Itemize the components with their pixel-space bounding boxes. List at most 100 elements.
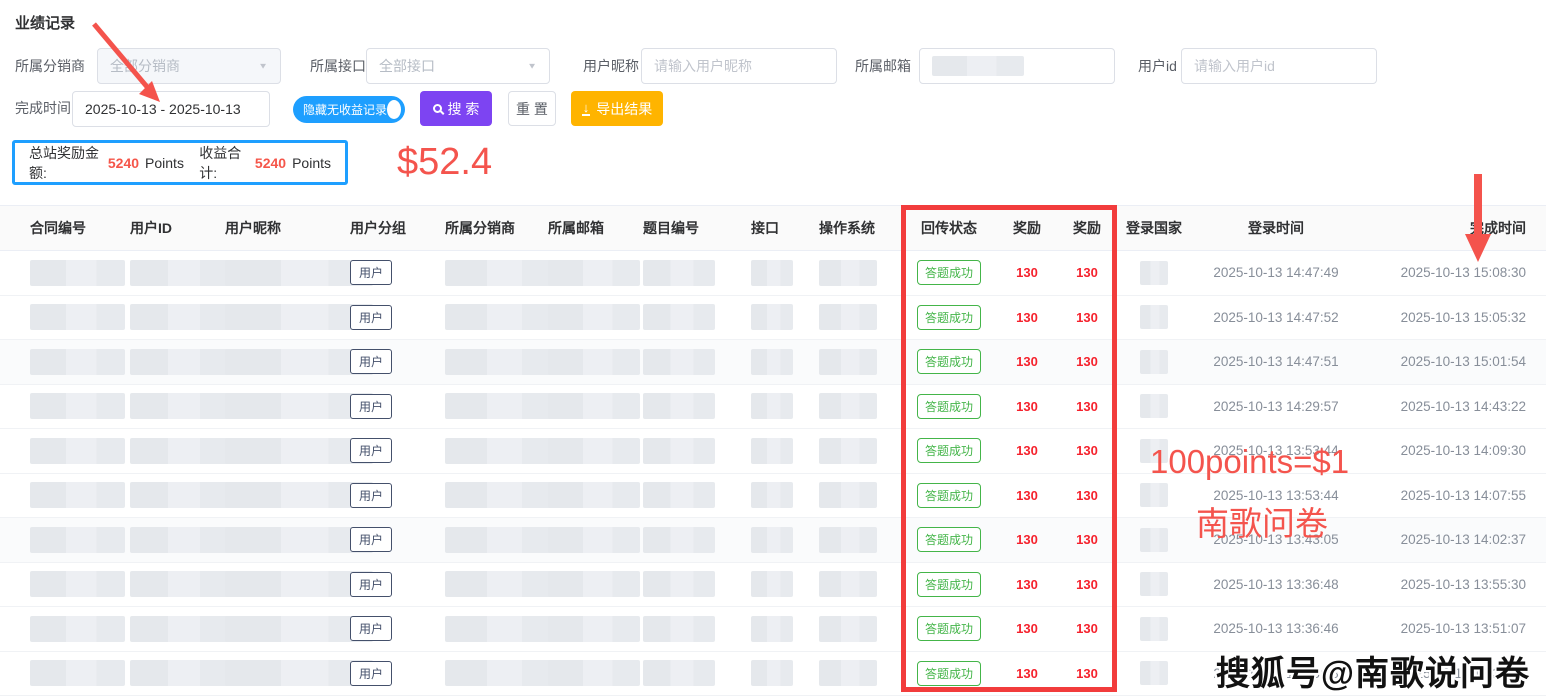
reward-value-2: 130 [1057,295,1117,340]
reward-value-1: 130 [997,518,1057,563]
search-button[interactable]: 搜 索 [420,91,492,126]
redacted-distributor [445,616,555,642]
redacted-os [819,260,877,286]
redacted-distributor [445,527,555,553]
redacted-distributor [445,660,555,686]
toggle-label: 隐藏无收益记录 [303,101,387,118]
status-badge: 答题成功 [917,305,981,330]
complete-time: 2025-10-13 14:02:37 [1361,518,1546,563]
interface-select-value: 全部接口 [379,56,435,76]
redacted-country-flag [1140,394,1168,418]
redacted-country-flag [1140,528,1168,552]
reward-value-2: 130 [1057,473,1117,518]
total-reward-value: 5240 [108,155,139,171]
email-input[interactable] [919,48,1115,84]
user-group-tag: 用户 [350,616,392,641]
redacted-question-id [643,393,715,419]
status-badge: 答题成功 [917,260,981,285]
redacted-question-id [643,616,715,642]
hide-no-income-toggle[interactable]: 隐藏无收益记录 [293,96,405,123]
redacted-distributor [445,260,555,286]
records-table: 合同编号 用户ID 用户昵称 用户分组 所属分销商 所属邮箱 题目编号 接口 操… [0,205,1546,696]
col-email: 所属邮箱 [538,206,633,251]
reward-value-2: 130 [1057,384,1117,429]
reward-value-1: 130 [997,562,1057,607]
redacted-os [819,482,877,508]
login-time: 2025-10-13 14:47:49 [1191,251,1361,296]
col-reward-2: 奖励 [1057,206,1117,251]
date-range-input[interactable] [85,101,257,117]
reset-button-label: 重 置 [516,99,548,119]
redacted-interface [751,349,793,375]
complete-time: 2025-10-13 14:09:30 [1361,429,1546,474]
redacted-question-id [643,349,715,375]
redacted-email [548,571,640,597]
login-time: 2025-10-13 13:36:46 [1191,607,1361,652]
redacted-interface [751,260,793,286]
complete-time: 2025-10-13 14:43:22 [1361,384,1546,429]
redacted-country-flag [1140,261,1168,285]
redacted-email [548,616,640,642]
reward-value-1: 130 [997,473,1057,518]
redacted-question-id [643,260,715,286]
table-row: 用户 答题成功 130 130 2025-10-13 14:47:49 2025… [0,251,1546,296]
redacted-email-value [932,56,1024,76]
table-row: 用户 答题成功 130 130 2025-10-13 14:29:57 2025… [0,384,1546,429]
redacted-interface [751,482,793,508]
redacted-email [548,304,640,330]
login-time: 2025-10-13 14:47:52 [1191,295,1361,340]
distributor-label: 所属分销商 [15,48,85,84]
redacted-contract-id [30,527,125,553]
reset-button[interactable]: 重 置 [508,91,556,126]
status-badge: 答题成功 [917,661,981,686]
reward-value-2: 130 [1057,607,1117,652]
reward-value-2: 130 [1057,518,1117,563]
reward-value-1: 130 [997,651,1057,696]
complete-time-label: 完成时间 [15,90,71,126]
redacted-country-flag [1140,439,1168,463]
col-reward-1: 奖励 [997,206,1057,251]
col-interface: 接口 [741,206,809,251]
col-user-id: 用户ID [120,206,215,251]
user-id-input[interactable] [1194,58,1364,74]
redacted-interface [751,527,793,553]
redacted-os [819,527,877,553]
redacted-distributor [445,393,555,419]
redacted-os [819,393,877,419]
redacted-os [819,438,877,464]
col-distributor: 所属分销商 [435,206,538,251]
redacted-country-flag [1140,572,1168,596]
redacted-email [548,482,640,508]
redacted-country-flag [1140,305,1168,329]
redacted-user-id [130,393,230,419]
redacted-email [548,349,640,375]
user-group-tag: 用户 [350,438,392,463]
redacted-os [819,571,877,597]
redacted-country-flag [1140,661,1168,685]
login-time: 2025-10-13 13:43:05 [1191,518,1361,563]
user-id-field-wrap [1181,48,1377,84]
complete-time: 2025-10-13 15:05:32 [1361,295,1546,340]
interface-select[interactable]: 全部接口 ▼ [366,48,550,84]
reward-value-1: 130 [997,607,1057,652]
table-row: 用户 答题成功 130 130 2025-10-13 13:53:44 2025… [0,429,1546,474]
export-button[interactable]: ↓ 导出结果 [571,91,663,126]
user-group-tag: 用户 [350,260,392,285]
login-time: 2025-10-13 13:26:48 [1191,651,1361,696]
table-header-row: 合同编号 用户ID 用户昵称 用户分组 所属分销商 所属邮箱 题目编号 接口 操… [0,206,1546,251]
redacted-os [819,660,877,686]
table-row: 用户 答题成功 130 130 2025-10-13 13:53:44 2025… [0,473,1546,518]
user-group-tag: 用户 [350,394,392,419]
nickname-input[interactable] [654,58,824,74]
email-label: 所属邮箱 [855,48,911,84]
redacted-distributor [445,304,555,330]
distributor-select[interactable]: 全部分销商 ▼ [97,48,281,84]
reward-value-1: 130 [997,251,1057,296]
redacted-distributor [445,571,555,597]
redacted-user-id [130,527,230,553]
redacted-email [548,660,640,686]
user-group-tag: 用户 [350,349,392,374]
date-range-field-wrap [72,91,270,127]
redacted-interface [751,438,793,464]
reward-value-1: 130 [997,295,1057,340]
